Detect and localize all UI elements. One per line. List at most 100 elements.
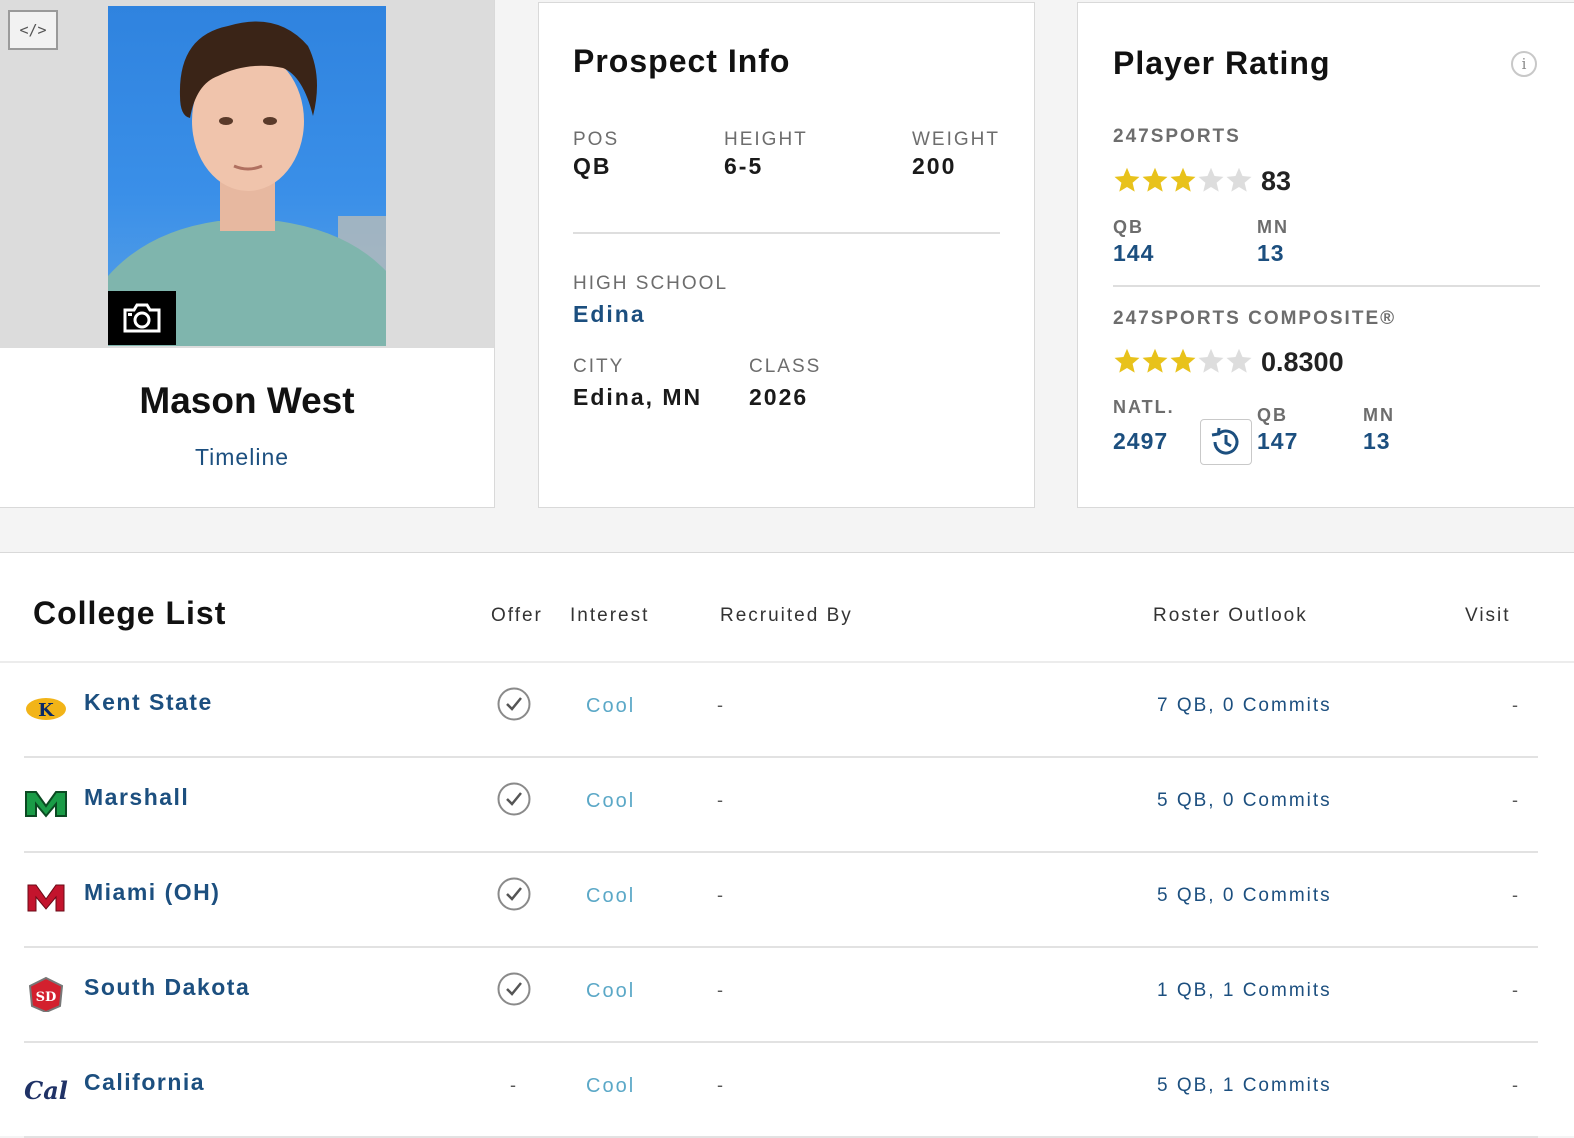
svg-text:K: K bbox=[38, 700, 55, 721]
star-filled-icon bbox=[1114, 348, 1140, 373]
weight-value: 200 bbox=[912, 153, 957, 179]
composite-score: 0.8300 bbox=[1261, 347, 1344, 377]
camera-button[interactable] bbox=[108, 291, 176, 345]
natl-rank-label: NATL. bbox=[1113, 397, 1175, 417]
visit-value: - bbox=[1512, 695, 1518, 715]
sports247-pos-rank-label: QB bbox=[1113, 217, 1144, 237]
roster-outlook-column-header: Roster Outlook bbox=[1153, 605, 1308, 626]
pos-value: QB bbox=[573, 153, 612, 179]
college-list-card: College List Offer Interest Recruited By… bbox=[0, 552, 1574, 1138]
star-filled-icon bbox=[1114, 167, 1140, 192]
height-label: HEIGHT bbox=[724, 129, 808, 150]
roster-outlook-link[interactable]: 1 QB, 1 Commits bbox=[1157, 980, 1332, 1002]
visit-value: - bbox=[1512, 980, 1518, 1000]
embed-code-button[interactable]: </> bbox=[8, 10, 58, 50]
star-empty-icon bbox=[1198, 348, 1224, 373]
offer-check-icon bbox=[497, 972, 531, 1006]
prospect-divider bbox=[573, 232, 1000, 234]
roster-outlook-link[interactable]: 5 QB, 0 Commits bbox=[1157, 790, 1332, 812]
offer-check-icon bbox=[497, 782, 531, 816]
code-icon: </> bbox=[19, 21, 47, 39]
star-empty-icon bbox=[1198, 167, 1224, 192]
height-value: 6-5 bbox=[724, 153, 764, 179]
composite-pos-rank-label: QB bbox=[1257, 405, 1288, 425]
sports247-pos-rank[interactable]: 144 bbox=[1113, 240, 1154, 267]
offer-check-icon bbox=[497, 877, 531, 911]
star-filled-icon bbox=[1142, 348, 1168, 373]
star-empty-icon bbox=[1226, 348, 1252, 373]
city-value: Edina, MN bbox=[573, 384, 703, 410]
visit-column-header: Visit bbox=[1465, 605, 1511, 626]
college-logo-icon[interactable] bbox=[24, 786, 68, 822]
camera-icon bbox=[123, 303, 161, 333]
recruited-by-value: - bbox=[717, 980, 723, 1000]
sports247-state-rank-label: MN bbox=[1257, 217, 1289, 237]
star-empty-icon bbox=[1226, 167, 1252, 192]
college-logo-icon[interactable] bbox=[24, 881, 68, 917]
school-name-link[interactable]: Miami (OH) bbox=[84, 879, 220, 906]
recruited-by-value: - bbox=[717, 695, 723, 715]
sports247-stars bbox=[1113, 166, 1253, 194]
school-name-link[interactable]: Marshall bbox=[84, 784, 189, 811]
recruited-by-value: - bbox=[717, 1075, 723, 1095]
college-row: SD South Dakota Cool - 1 QB, 1 Commits - bbox=[24, 946, 1538, 1043]
school-name-link[interactable]: South Dakota bbox=[84, 974, 250, 1001]
offer-check-icon bbox=[497, 687, 531, 721]
recruited-by-value: - bbox=[717, 790, 723, 810]
recruited-by-value: - bbox=[717, 885, 723, 905]
rank-history-button[interactable] bbox=[1200, 419, 1252, 465]
photo-area: </> bbox=[0, 0, 494, 348]
player-name: Mason West bbox=[139, 380, 355, 421]
natl-rank[interactable]: 2497 bbox=[1113, 428, 1168, 455]
college-row: K Kent State Cool - 7 QB, 0 Commits - bbox=[24, 661, 1538, 758]
composite-stars bbox=[1113, 347, 1253, 375]
star-filled-icon bbox=[1142, 167, 1168, 192]
college-row: Cal California - Cool - 5 QB, 1 Commits - bbox=[24, 1041, 1538, 1138]
college-row: Marshall Cool - 5 QB, 0 Commits - bbox=[24, 756, 1538, 853]
star-filled-icon bbox=[1170, 167, 1196, 192]
prospect-info-title: Prospect Info bbox=[573, 43, 791, 79]
recruited-by-column-header: Recruited By bbox=[720, 605, 853, 626]
class-label: CLASS bbox=[749, 356, 822, 377]
interest-value: Cool bbox=[586, 980, 636, 1002]
college-logo-icon[interactable]: SD bbox=[24, 976, 68, 1012]
prospect-info-card: Prospect Info POS QB HEIGHT 6-5 WEIGHT 2… bbox=[538, 2, 1035, 508]
roster-outlook-link[interactable]: 5 QB, 0 Commits bbox=[1157, 885, 1332, 907]
visit-value: - bbox=[1512, 790, 1518, 810]
rating-divider bbox=[1113, 285, 1540, 287]
composite-state-rank[interactable]: 13 bbox=[1363, 428, 1391, 455]
svg-text:Cal: Cal bbox=[24, 1076, 68, 1105]
weight-label: WEIGHT bbox=[912, 129, 1000, 150]
high-school-label: HIGH SCHOOL bbox=[573, 273, 729, 294]
composite-pos-rank[interactable]: 147 bbox=[1257, 428, 1298, 455]
sports247-state-rank[interactable]: 13 bbox=[1257, 240, 1285, 267]
high-school-link[interactable]: Edina bbox=[573, 301, 646, 328]
roster-outlook-link[interactable]: 7 QB, 0 Commits bbox=[1157, 695, 1332, 717]
interest-value: Cool bbox=[586, 695, 636, 717]
composite-label: 247SPORTS COMPOSITE® bbox=[1113, 308, 1397, 329]
offer-empty: - bbox=[510, 1075, 516, 1095]
roster-outlook-link[interactable]: 5 QB, 1 Commits bbox=[1157, 1075, 1332, 1097]
history-icon bbox=[1211, 427, 1239, 455]
college-list-title: College List bbox=[33, 595, 227, 631]
interest-column-header: Interest bbox=[570, 605, 650, 626]
timeline-link[interactable]: Timeline bbox=[0, 444, 484, 471]
college-logo-icon[interactable]: Cal bbox=[24, 1071, 68, 1107]
interest-value: Cool bbox=[586, 1075, 636, 1097]
player-rating-card: Player Rating i 247SPORTS 83 QB 144 MN 1… bbox=[1077, 2, 1574, 508]
offer-column-header: Offer bbox=[491, 605, 543, 626]
composite-state-rank-label: MN bbox=[1363, 405, 1395, 425]
player-card: </> Mason West Timeline bbox=[0, 0, 495, 508]
college-logo-icon[interactable]: K bbox=[24, 691, 68, 727]
star-filled-icon bbox=[1170, 348, 1196, 373]
visit-value: - bbox=[1512, 1075, 1518, 1095]
college-list-header: College List Offer Interest Recruited By… bbox=[0, 553, 1574, 663]
player-rating-title: Player Rating bbox=[1113, 45, 1331, 81]
school-name-link[interactable]: California bbox=[84, 1069, 205, 1096]
info-icon[interactable]: i bbox=[1511, 51, 1537, 77]
school-name-link[interactable]: Kent State bbox=[84, 689, 213, 716]
class-value: 2026 bbox=[749, 384, 809, 410]
interest-value: Cool bbox=[586, 885, 636, 907]
visit-value: - bbox=[1512, 885, 1518, 905]
interest-value: Cool bbox=[586, 790, 636, 812]
